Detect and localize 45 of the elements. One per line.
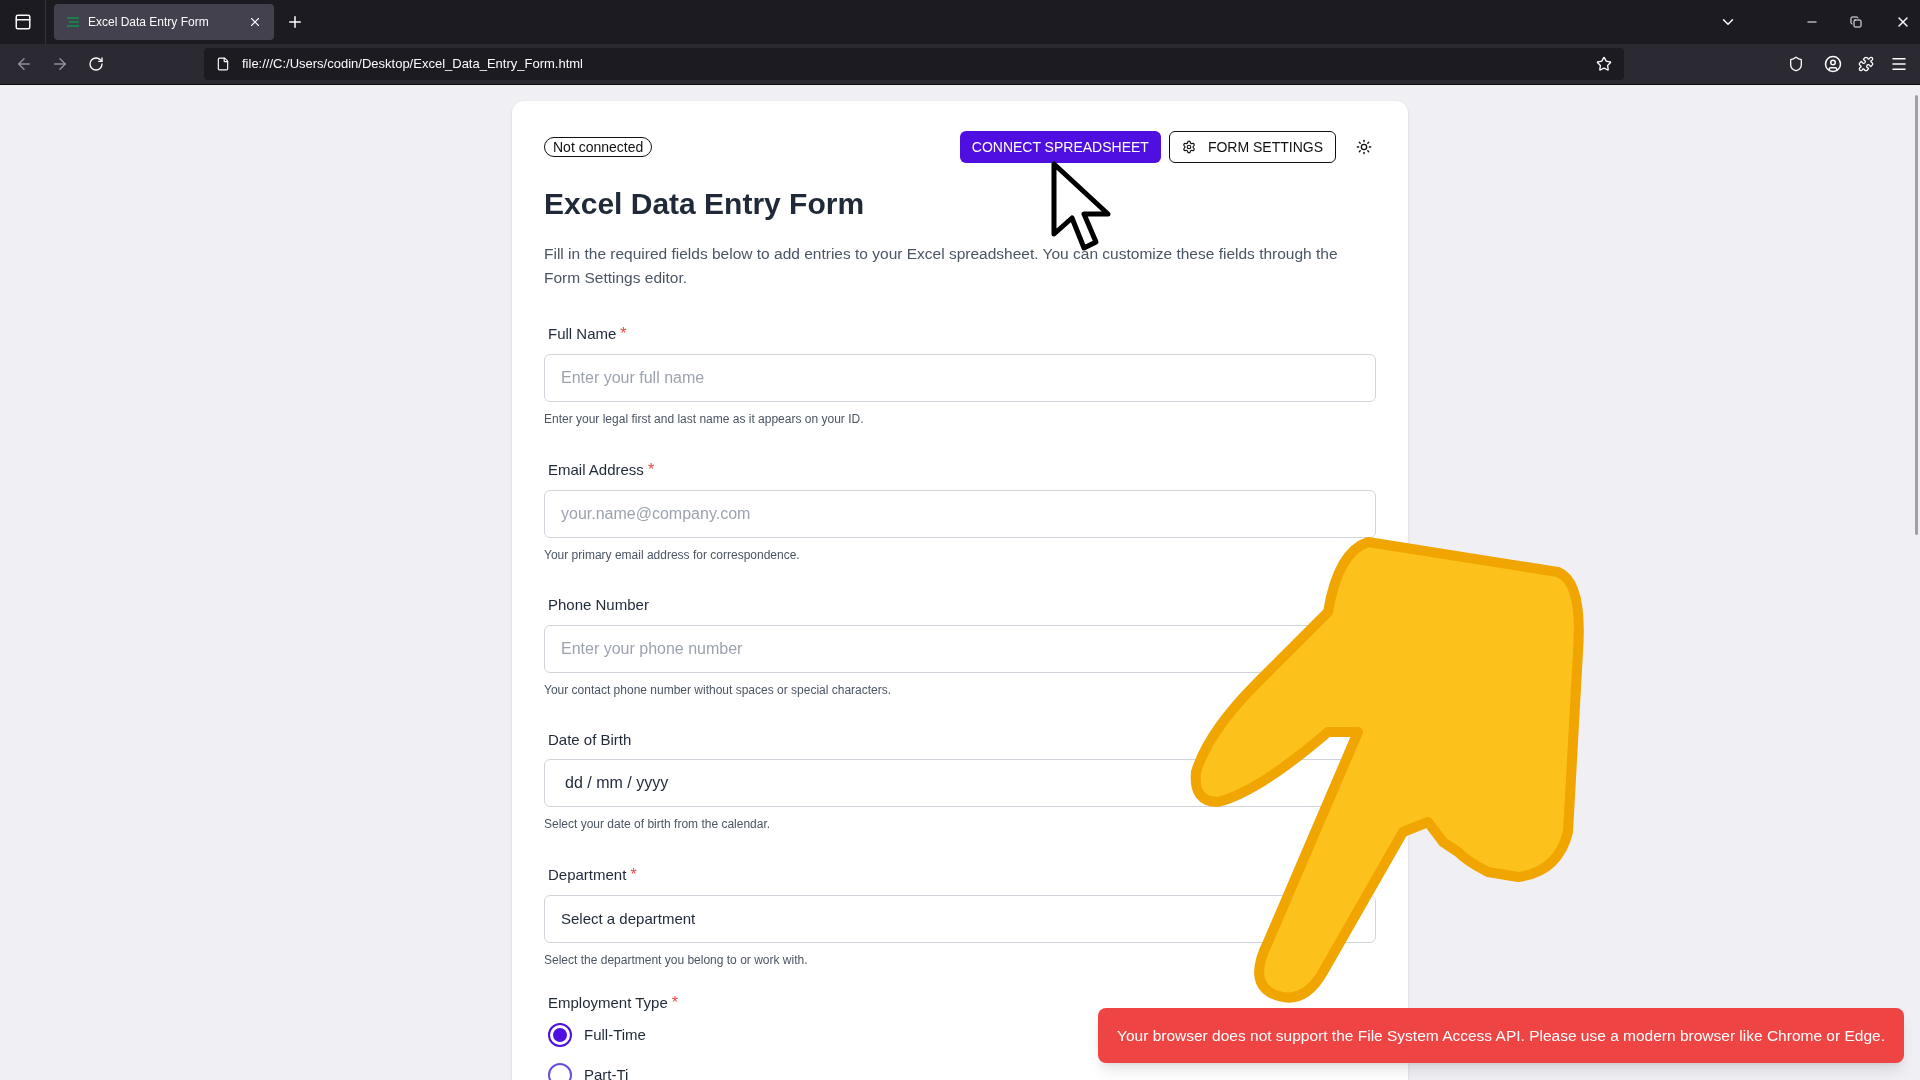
department-dropdown[interactable]: Select a department bbox=[544, 895, 1376, 943]
radio-button[interactable] bbox=[548, 1023, 572, 1047]
close-tab-icon[interactable] bbox=[248, 15, 262, 29]
required-asterisk: * bbox=[630, 865, 637, 885]
bookmark-star-icon[interactable] bbox=[1596, 56, 1612, 72]
helper-text: Select the department you belong to or work with. bbox=[544, 952, 809, 969]
required-asterisk: * bbox=[647, 460, 655, 480]
gear-icon bbox=[1181, 140, 1196, 154]
browser-tab[interactable]: Excel Data Entry Form bbox=[54, 4, 274, 40]
form-description: Fill in the required fields below to add entries to your Excel spreadsheet. You can customize these fields through the Form Settings editor. bbox=[544, 244, 1339, 288]
forward-icon[interactable] bbox=[51, 55, 69, 73]
helper-text: Select your date of birth from the calendar. bbox=[544, 816, 772, 833]
account-icon[interactable] bbox=[1824, 55, 1842, 73]
connect-spreadsheet-button[interactable]: CONNECT SPREADSHEET bbox=[959, 131, 1161, 163]
file-icon bbox=[216, 57, 230, 71]
helper-text: Your contact phone number without spaces or special characters. bbox=[544, 681, 893, 699]
tab-favicon-icon bbox=[66, 16, 80, 28]
scrollbar-thumb[interactable] bbox=[1915, 95, 1918, 535]
form-title: Excel Data Entry Form bbox=[544, 186, 866, 222]
field-label: Email Address bbox=[548, 459, 644, 480]
radio-label: Full-Time bbox=[584, 1024, 646, 1045]
tab-overview-icon[interactable] bbox=[13, 13, 32, 31]
address-bar[interactable]: file:///C:/Users/codin/Desktop/Excel_Data_Entry_Form.html bbox=[204, 48, 1624, 80]
back-icon[interactable] bbox=[15, 55, 33, 73]
input-field[interactable]: Enter your full name bbox=[544, 354, 1376, 402]
extensions-icon[interactable] bbox=[1858, 56, 1874, 72]
field-label: Employment Type bbox=[548, 992, 668, 1013]
required-asterisk: * bbox=[620, 324, 627, 344]
field-label: Date of Birth bbox=[548, 729, 632, 750]
required-asterisk: * bbox=[671, 993, 678, 1013]
field-label: Department bbox=[548, 864, 627, 885]
restore-icon[interactable] bbox=[1850, 16, 1862, 28]
new-tab-icon[interactable] bbox=[286, 13, 304, 31]
theme-toggle-icon[interactable] bbox=[1356, 139, 1372, 155]
input-field[interactable]: your.name@company.com bbox=[544, 490, 1376, 538]
reload-icon[interactable] bbox=[88, 56, 104, 72]
helper-text: Your primary email address for correspondence. bbox=[544, 547, 801, 564]
helper-text: Enter your legal first and last name as it appears on your ID. bbox=[544, 411, 865, 428]
error-toast: Your browser does not support the File System Access API. Please use a modern browser like Chrome or Edge. bbox=[1098, 1008, 1904, 1063]
form-settings-button[interactable]: FORM SETTINGS bbox=[1168, 131, 1336, 163]
field-label: Full Name bbox=[548, 323, 617, 344]
radio-button[interactable] bbox=[548, 1063, 572, 1080]
menu-icon[interactable] bbox=[1890, 55, 1908, 73]
field-label: Phone Number bbox=[548, 595, 649, 615]
radio-label: Part-Ti bbox=[584, 1064, 629, 1080]
